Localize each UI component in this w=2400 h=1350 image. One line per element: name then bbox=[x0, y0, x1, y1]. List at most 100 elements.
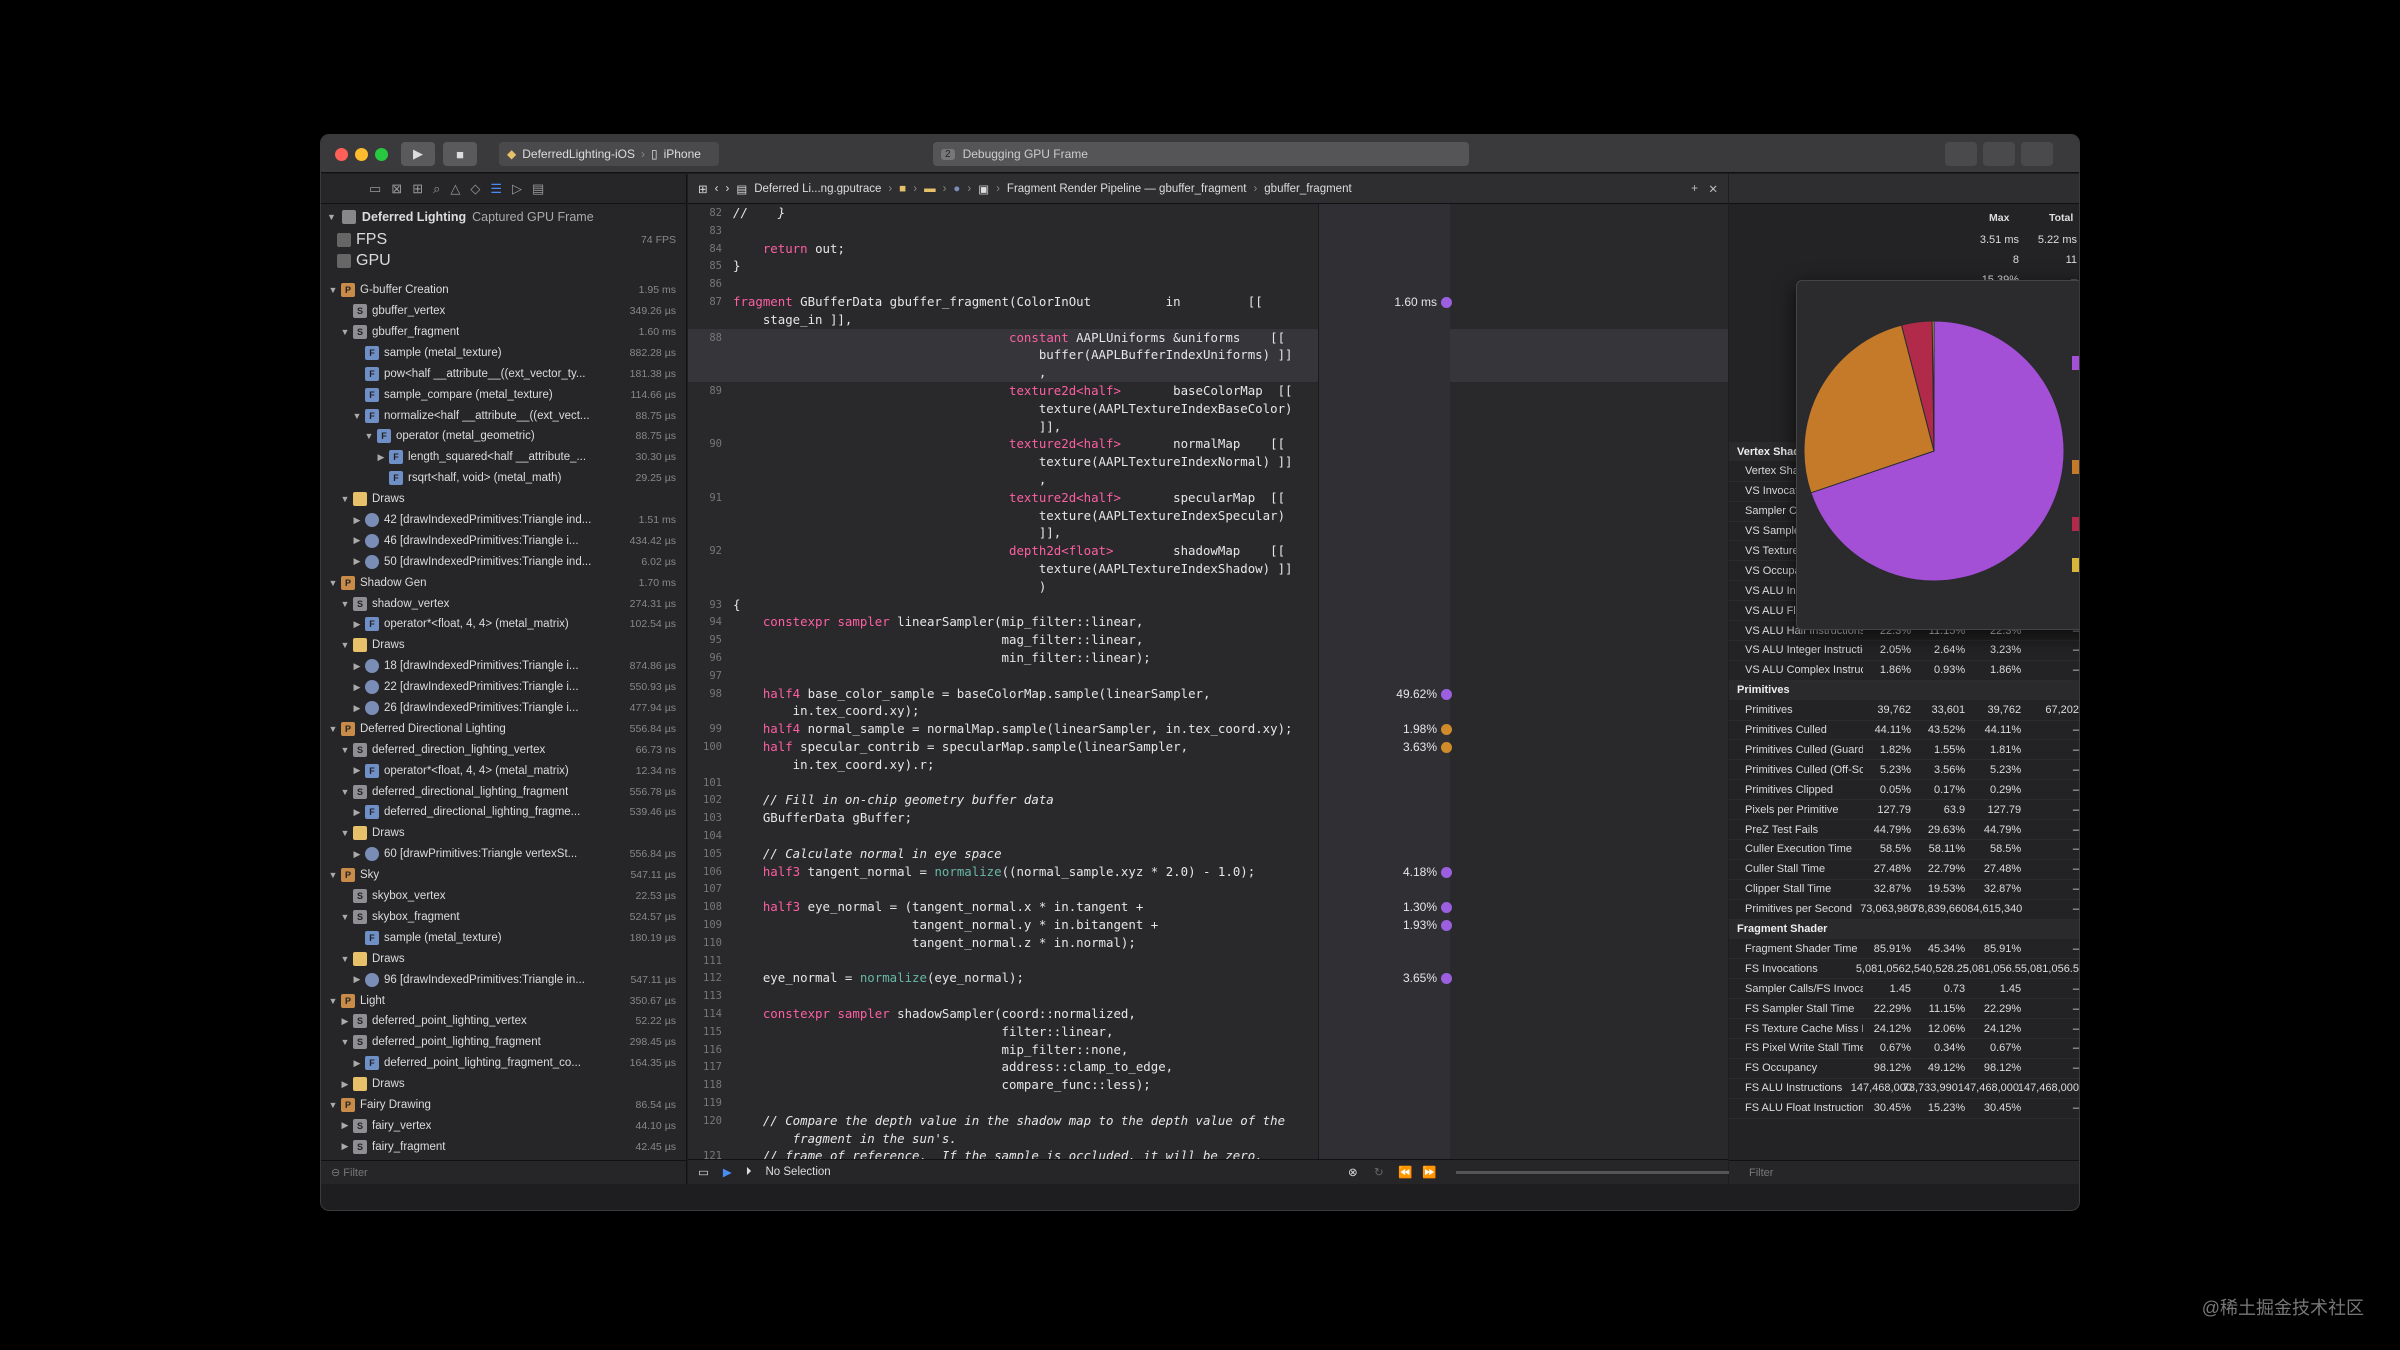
code-line[interactable]: 120 // Compare the depth value in the sh… bbox=[688, 1112, 1728, 1130]
code-line[interactable]: 99 half4 normal_sample = normalMap.sampl… bbox=[688, 720, 1728, 738]
counter-row[interactable]: 8 11 bbox=[1729, 250, 2079, 270]
code-line[interactable]: 116 mip_filter::none, bbox=[688, 1041, 1728, 1059]
code-line[interactable]: 101 bbox=[688, 774, 1728, 792]
code-line[interactable]: 118 compare_func::less); bbox=[688, 1076, 1728, 1094]
tree-row[interactable]: ▶ 96 [drawIndexedPrimitives:Triangle in..… bbox=[321, 969, 686, 990]
step-back-icon[interactable]: ⏪ bbox=[1398, 1165, 1412, 1179]
tree-row[interactable]: ▶ Sdeferred_point_lighting_vertex 52.22 µs bbox=[321, 1011, 686, 1032]
code-line[interactable]: 107 bbox=[688, 880, 1728, 898]
stop-button[interactable]: ■ bbox=[443, 142, 477, 166]
counter-row[interactable]: VS ALU Complex Instructions 1.86% 0.93% 1.8… bbox=[1729, 661, 2079, 681]
disclosure-icon[interactable]: ▼ bbox=[339, 912, 351, 922]
code-line[interactable]: 109 tangent_normal.y * in.bitangent + bbox=[688, 916, 1728, 934]
disclosure-icon[interactable]: ▶ bbox=[351, 703, 363, 714]
disclosure-icon[interactable]: ▶ bbox=[351, 515, 363, 526]
continue-icon[interactable]: ⏵ bbox=[746, 1166, 752, 1179]
code-area[interactable]: 82// } 83 84 return out; 85} 86 87 fragment GB… bbox=[688, 204, 1728, 1163]
code-line[interactable]: 111 bbox=[688, 952, 1728, 970]
tree-row[interactable]: ▶ Foperator*<float, 4, 4> (metal_matrix) 1… bbox=[321, 760, 686, 781]
legend-item[interactable]: Sample11.21% bbox=[2072, 491, 2079, 507]
test-icon[interactable]: ◇ bbox=[470, 181, 480, 197]
counter-row[interactable]: 3.51 ms 5.22 ms bbox=[1729, 230, 2079, 250]
tree-row[interactable]: ▶ 46 [drawIndexedPrimitives:Triangle i...… bbox=[321, 530, 686, 551]
navigator-filter[interactable]: ⊖ Filter bbox=[321, 1160, 686, 1184]
tree-row[interactable]: Fsample (metal_texture) 180.19 µs bbox=[321, 927, 686, 948]
counter-row[interactable]: Primitives Culled 44.11% 43.52% 44.11% – bbox=[1729, 721, 2079, 741]
legend-item[interactable]: Memory26.19% bbox=[2072, 458, 2079, 476]
code-line[interactable]: 95 mag_filter::linear, bbox=[688, 631, 1728, 649]
disclosure-icon[interactable]: ▶ bbox=[351, 974, 363, 985]
disclosure-icon[interactable]: ▶ bbox=[351, 556, 363, 567]
toggle-debug-area-button[interactable] bbox=[1983, 142, 2015, 166]
grid-icon[interactable]: ⊞ bbox=[698, 182, 708, 196]
legend-item[interactable]: Complex9.51% bbox=[2072, 403, 2079, 419]
legend-item[interactable]: Synchronization3.80% bbox=[2072, 515, 2079, 533]
reload-icon[interactable]: ↻ bbox=[1374, 1165, 1384, 1179]
disclosure-icon[interactable]: ▶ bbox=[351, 1058, 363, 1069]
jumpbar-pipeline[interactable]: Fragment Render Pipeline — gbuffer_fragm… bbox=[1007, 183, 1247, 195]
code-line[interactable]: stage_in ]], bbox=[688, 311, 1728, 329]
breakpoint-icon[interactable]: ▷ bbox=[512, 181, 522, 197]
tree-row[interactable]: ▼ Fnormalize<half __attribute__((ext_vect… bbox=[321, 405, 686, 426]
code-line[interactable]: 108 half3 eye_normal = (tangent_normal.x… bbox=[688, 898, 1728, 916]
code-line[interactable]: ]], bbox=[688, 418, 1728, 436]
code-line[interactable]: in.tex_coord.xy); bbox=[688, 702, 1728, 720]
counter-row[interactable]: Primitives per Second 73,063,980 78,839,66… bbox=[1729, 900, 2079, 920]
code-line[interactable]: 82 // } bbox=[688, 204, 1728, 222]
disclosure-icon[interactable]: ▶ bbox=[351, 661, 363, 672]
legend-item[interactable]: Half7.59% bbox=[2072, 388, 2079, 404]
tree-row[interactable]: Sskybox_vertex 22.53 µs bbox=[321, 886, 686, 907]
counter-row[interactable]: Primitives Clipped 0.05% 0.17% 0.29% – bbox=[1729, 780, 2079, 801]
code-line[interactable]: 90 texture2d<half> normalMap [[ bbox=[688, 435, 1728, 453]
section-header[interactable]: Fragment Shader bbox=[1729, 919, 2079, 939]
code-line[interactable]: 86 bbox=[688, 275, 1728, 293]
section-header[interactable]: Primitives bbox=[1729, 680, 2079, 700]
disclosure-icon[interactable]: ▼ bbox=[327, 212, 336, 222]
tree-row[interactable]: ▼ P G-buffer Creation 1.95 ms bbox=[321, 280, 686, 301]
counter-row[interactable]: FS Invocations 5,081,056 2,540,528.25 5,081… bbox=[1729, 959, 2079, 980]
disclosure-icon[interactable]: ▼ bbox=[339, 640, 351, 650]
disclosure-icon[interactable]: ▼ bbox=[351, 411, 363, 421]
code-line[interactable]: 110 tangent_normal.z * in.normal); bbox=[688, 934, 1728, 952]
zoom-window-button[interactable] bbox=[375, 148, 388, 161]
code-line[interactable]: 93 { bbox=[688, 596, 1728, 614]
jumpbar-function[interactable]: gbuffer_fragment bbox=[1264, 183, 1351, 195]
counter-row[interactable]: Primitives Culled (Guard-Band) 1.82% 1.55%… bbox=[1729, 741, 2079, 761]
tree-row[interactable]: ▼ P Sky 547.11 µs bbox=[321, 865, 686, 886]
code-line[interactable]: 92 depth2d<float> shadowMap [[ bbox=[688, 542, 1728, 560]
counter-row[interactable]: Sampler Calls/FS Invocation 1.45 0.73 1.45 – bbox=[1729, 979, 2079, 1000]
code-line[interactable]: 106 half3 tangent_normal = normalize((no… bbox=[688, 863, 1728, 881]
counters-filter[interactable]: Filter bbox=[1729, 1160, 2079, 1184]
code-line[interactable]: , bbox=[688, 471, 1728, 489]
counter-row[interactable]: FS ALU Float Instructions 30.45% 15.23% 30.… bbox=[1729, 1099, 2079, 1119]
close-window-button[interactable] bbox=[335, 148, 348, 161]
disclosure-icon[interactable]: ▼ bbox=[327, 870, 339, 880]
jumpbar-trace[interactable]: Deferred Li...ng.gputrace bbox=[754, 183, 881, 195]
counter-row[interactable]: VS ALU Integer Instructions 2.05% 2.64% 3.2… bbox=[1729, 641, 2079, 661]
code-line[interactable]: , bbox=[688, 364, 1728, 383]
tree-row[interactable]: ▼ P Light 350.67 µs bbox=[321, 990, 686, 1011]
counter-row[interactable]: FS Texture Cache Miss Rate 24.12% 12.06% 24… bbox=[1729, 1019, 2079, 1039]
tree-row[interactable]: ▶ 26 [drawIndexedPrimitives:Triangle i...… bbox=[321, 698, 686, 719]
disclosure-icon[interactable]: ▼ bbox=[327, 578, 339, 588]
disclosure-icon[interactable]: ▼ bbox=[327, 724, 339, 734]
code-line[interactable]: 105 // Calculate normal in eye space bbox=[688, 845, 1728, 863]
disclosure-icon[interactable]: ▼ bbox=[327, 1100, 339, 1110]
tree-row[interactable]: ▶ 50 [drawIndexedPrimitives:Triangle ind.… bbox=[321, 551, 686, 572]
forward-icon[interactable]: › bbox=[725, 183, 729, 195]
disclosure-icon[interactable]: ▼ bbox=[339, 1037, 351, 1047]
code-line[interactable]: texture(AAPLTextureIndexShadow) ]] bbox=[688, 560, 1728, 578]
code-line[interactable]: 103 GBufferData gBuffer; bbox=[688, 809, 1728, 827]
max-column-header[interactable]: Max bbox=[1989, 212, 2009, 224]
tree-row[interactable]: ▼ Sdeferred_directional_lighting_fragment… bbox=[321, 781, 686, 802]
tree-row[interactable]: ▼ Sskybox_fragment 524.57 µs bbox=[321, 907, 686, 928]
disclosure-icon[interactable]: ▼ bbox=[339, 327, 351, 337]
symbol-icon[interactable]: ⊞ bbox=[412, 181, 423, 197]
legend-item[interactable]: Register Move0.11% bbox=[2072, 419, 2079, 435]
code-line[interactable]: 104 bbox=[688, 827, 1728, 845]
code-line[interactable]: buffer(AAPLBufferIndexUniforms) ]] bbox=[688, 346, 1728, 365]
disclosure-icon[interactable]: ▶ bbox=[375, 452, 387, 463]
disclosure-icon[interactable]: ▶ bbox=[351, 765, 363, 776]
report-icon[interactable]: ▤ bbox=[532, 181, 544, 197]
fps-row[interactable]: FPS 74 FPS bbox=[321, 230, 686, 251]
